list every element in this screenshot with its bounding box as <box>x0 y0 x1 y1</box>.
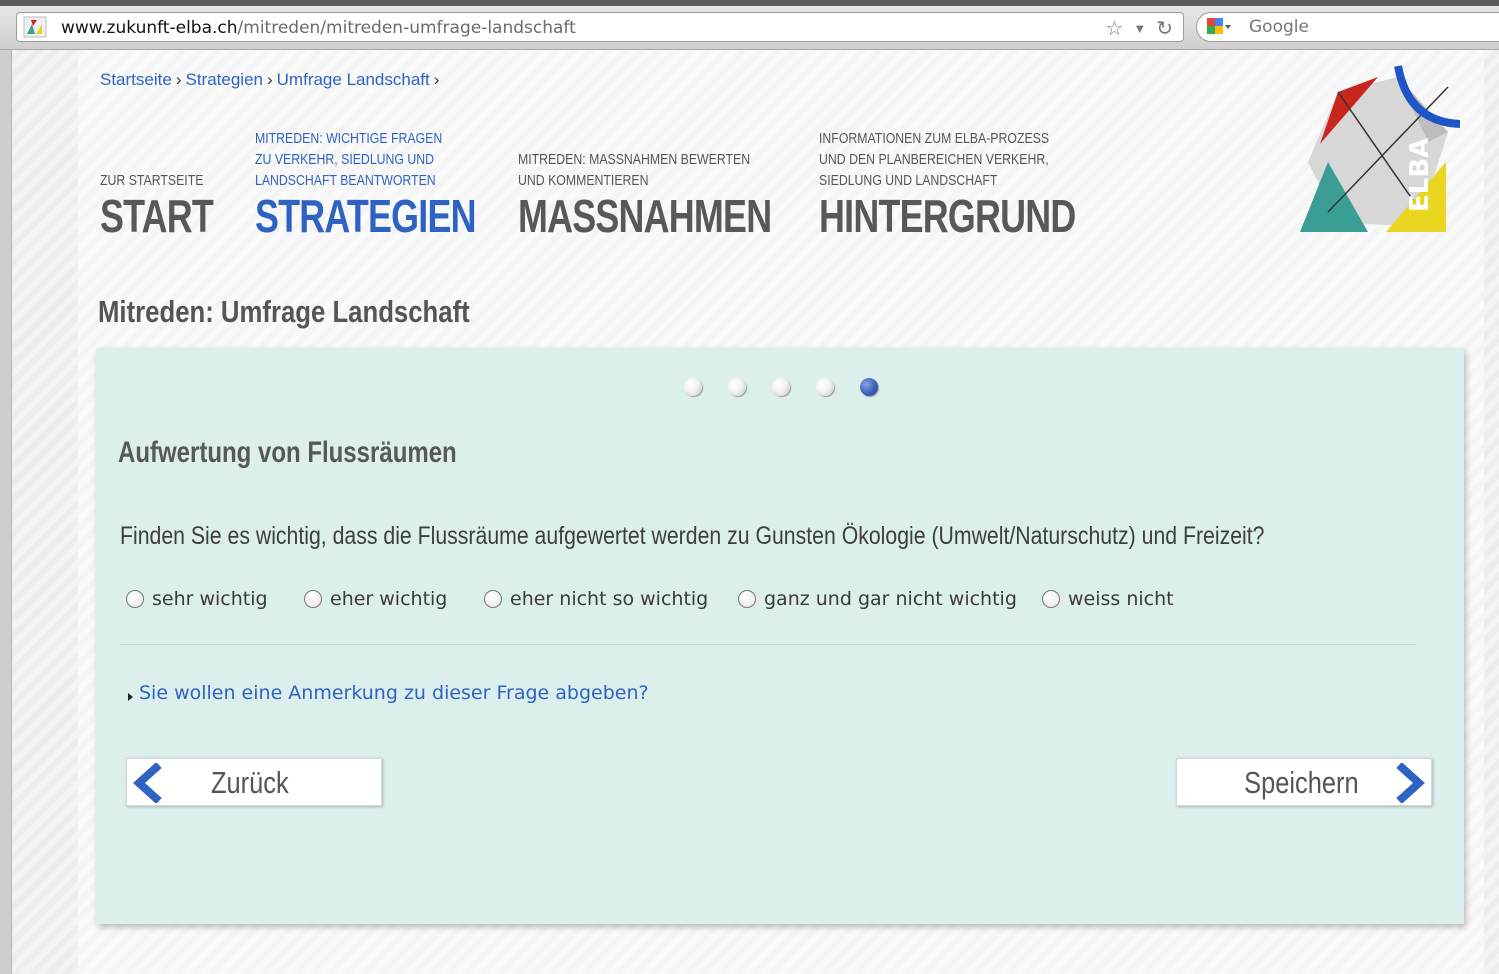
option-label: weiss nicht <box>1068 588 1174 610</box>
nav-hintergrund[interactable]: INFORMATIONEN ZUM ELBA-PROZESS UND DEN P… <box>819 128 1148 241</box>
breadcrumb-separator: › <box>175 70 182 89</box>
nav-massnahmen-title: MASSNAHMEN <box>518 190 772 242</box>
option-label: eher wichtig <box>330 588 448 610</box>
bookmark-star-icon[interactable]: ☆ <box>1105 16 1123 41</box>
window-left-edge <box>0 50 12 974</box>
nav-hintergrund-subtitle: INFORMATIONEN ZUM ELBA-PROZESS UND DEN P… <box>819 130 1050 189</box>
option-label: sehr wichtig <box>152 588 268 610</box>
option-label: ganz und gar nicht wichtig <box>764 588 1017 610</box>
google-search-icon[interactable] <box>1205 16 1231 38</box>
survey-panel: Aufwertung von Flussräumen Finden Sie es… <box>96 348 1464 924</box>
breadcrumb-strategien[interactable]: Strategien <box>185 70 263 89</box>
option-eher-nicht-so-wichtig[interactable]: eher nicht so wichtig <box>484 588 708 610</box>
reload-icon[interactable]: ↻ <box>1156 16 1173 41</box>
radio-button[interactable] <box>484 590 502 608</box>
step-dot[interactable] <box>684 378 702 396</box>
radio-button[interactable] <box>304 590 322 608</box>
breadcrumb-startseite[interactable]: Startseite <box>100 70 172 89</box>
breadcrumb-separator: › <box>266 70 273 89</box>
breadcrumb: Startseite › Strategien › Umfrage Landschaft… <box>100 70 443 90</box>
favicon-icon <box>23 16 47 38</box>
search-bar[interactable]: Google <box>1196 12 1499 42</box>
option-label: eher nicht so wichtig <box>510 588 709 610</box>
chevron-right-icon <box>1396 763 1425 803</box>
divider <box>120 644 1416 645</box>
breadcrumb-separator: › <box>433 70 440 89</box>
page-title: Mitreden: Umfrage Landschaft <box>98 294 470 329</box>
nav-start-subtitle: ZUR STARTSEITE <box>100 172 204 189</box>
nav-strategien-subtitle: MITREDEN: WICHTIGE FRAGEN ZU VERKEHR, SI… <box>255 130 443 189</box>
option-sehr-wichtig[interactable]: sehr wichtig <box>126 588 268 610</box>
logo-text: ELBA <box>1405 138 1435 212</box>
disclosure-arrow-icon <box>128 693 133 701</box>
nav-massnahmen-subtitle: MITREDEN: MASSNAHMEN BEWERTEN UND KOMMEN… <box>518 151 751 189</box>
step-indicator <box>684 378 878 396</box>
step-dot[interactable] <box>728 378 746 396</box>
nav-hintergrund-title: HINTERGRUND <box>819 190 1076 242</box>
option-ganz-und-gar-nicht-wichtig[interactable]: ganz und gar nicht wichtig <box>738 588 1017 610</box>
chevron-left-icon <box>133 763 162 803</box>
url-text: www.zukunft-elba.ch/mitreden/mitreden-um… <box>61 18 576 38</box>
radio-button[interactable] <box>1042 590 1060 608</box>
option-eher-wichtig[interactable]: eher wichtig <box>304 588 447 610</box>
dropdown-arrow-icon[interactable]: ▼ <box>1133 21 1146 36</box>
nav-start-title: START <box>100 190 214 242</box>
nav-start[interactable]: ZUR STARTSEITE START <box>100 170 245 241</box>
nav-massnahmen[interactable]: MITREDEN: MASSNAHMEN BEWERTEN UND KOMMEN… <box>518 149 843 241</box>
question-title: Aufwertung von Flussräumen <box>118 436 457 469</box>
back-button[interactable]: Zurück <box>126 758 382 806</box>
elba-logo[interactable]: ELBA <box>1298 62 1466 237</box>
back-button-label: Zurück <box>211 765 289 800</box>
comment-link-text[interactable]: Sie wollen eine Anmerkung zu dieser Frag… <box>139 682 649 704</box>
step-dot-current[interactable] <box>860 378 878 396</box>
option-weiss-nicht[interactable]: weiss nicht <box>1042 588 1174 610</box>
radio-button[interactable] <box>126 590 144 608</box>
question-text: Finden Sie es wichtig, dass die Flussräu… <box>120 522 1265 550</box>
nav-strategien[interactable]: MITREDEN: WICHTIGE FRAGEN ZU VERKEHR, SI… <box>255 128 538 241</box>
radio-button[interactable] <box>738 590 756 608</box>
step-dot[interactable] <box>816 378 834 396</box>
search-input[interactable]: Google <box>1249 17 1309 37</box>
url-path: /mitreden/mitreden-umfrage-landschaft <box>237 18 576 38</box>
save-button-label: Speichern <box>1244 765 1359 800</box>
browser-toolbar: www.zukunft-elba.ch/mitreden/mitreden-um… <box>0 6 1499 50</box>
url-icons: ☆ ▼ ↻ <box>1105 16 1173 41</box>
page: Startseite › Strategien › Umfrage Landschaft… <box>78 50 1484 974</box>
comment-toggle-link[interactable]: Sie wollen eine Anmerkung zu dieser Frag… <box>128 682 649 704</box>
url-host: www.zukunft-elba.ch <box>61 18 238 38</box>
step-dot[interactable] <box>772 378 790 396</box>
address-bar[interactable]: www.zukunft-elba.ch/mitreden/mitreden-um… <box>16 12 1184 42</box>
breadcrumb-umfrage-landschaft[interactable]: Umfrage Landschaft <box>277 70 430 89</box>
nav-strategien-title: STRATEGIEN <box>255 190 477 242</box>
save-button[interactable]: Speichern <box>1176 758 1432 806</box>
